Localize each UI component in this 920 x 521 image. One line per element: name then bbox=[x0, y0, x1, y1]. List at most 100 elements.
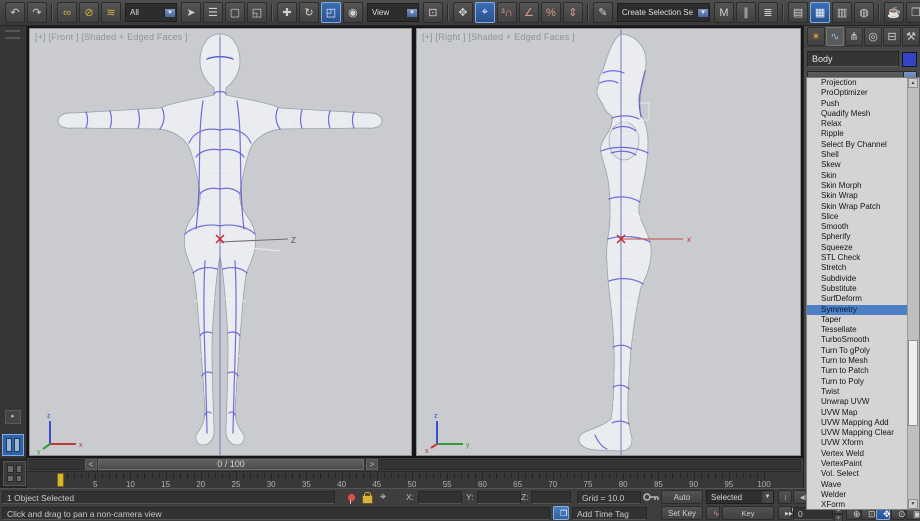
select-by-name-button[interactable]: ☰ bbox=[202, 2, 223, 23]
x-coordinate-field[interactable] bbox=[418, 491, 462, 504]
next-frame-arrow[interactable]: > bbox=[366, 459, 378, 470]
new-key-filter-icon[interactable]: ∿ bbox=[706, 506, 720, 520]
modifier-option[interactable]: Ripple bbox=[807, 129, 907, 139]
dropdown-arrow-icon[interactable]: ▼ bbox=[697, 8, 709, 17]
toolbar-grip[interactable] bbox=[5, 30, 20, 39]
undo-button[interactable]: ↶ bbox=[5, 2, 25, 23]
layer-manager-button[interactable]: ≣ bbox=[758, 2, 779, 23]
tab-modify[interactable]: ∿ bbox=[826, 26, 844, 46]
reference-coordinate-dropdown[interactable]: View ▼ bbox=[366, 3, 419, 22]
mirror-button[interactable]: M bbox=[714, 2, 735, 23]
key-filters-button[interactable]: Key Filters... bbox=[722, 506, 774, 520]
tab-display[interactable]: ⊟ bbox=[883, 26, 901, 46]
viewport-layout-tab-4pane[interactable] bbox=[3, 461, 26, 486]
snaps-toggle-button[interactable]: ⌖ bbox=[474, 2, 495, 23]
tab-utilities[interactable]: ⚒ bbox=[902, 26, 920, 46]
time-marker[interactable] bbox=[57, 473, 64, 487]
modifier-option[interactable]: Skin Wrap bbox=[807, 191, 907, 201]
modifier-option[interactable]: Stretch bbox=[807, 263, 907, 273]
auto-key-button[interactable]: Auto Key bbox=[661, 490, 703, 514]
track-bar[interactable]: 0510152025303540455055606570758085909510… bbox=[27, 471, 803, 489]
viewport-layout-tab-2pane[interactable] bbox=[2, 434, 24, 456]
object-name-field[interactable]: Body bbox=[807, 51, 899, 67]
modifier-option[interactable]: Twist bbox=[807, 387, 907, 397]
modifier-option[interactable]: Skin bbox=[807, 171, 907, 181]
modifier-option[interactable]: ProOptimizer bbox=[807, 88, 907, 98]
modifier-option[interactable]: UVW Xform bbox=[807, 438, 907, 448]
tab-hierarchy[interactable]: ⋔ bbox=[845, 26, 863, 46]
z-coordinate-field[interactable] bbox=[531, 491, 571, 504]
dropdown-arrow-icon[interactable]: ▼ bbox=[164, 8, 175, 17]
select-and-scale-button[interactable]: ◰ bbox=[320, 2, 341, 23]
modifier-option[interactable]: VertexPaint bbox=[807, 459, 907, 469]
select-and-manipulate-button[interactable]: ◉ bbox=[342, 2, 363, 23]
absolute-offset-toggle[interactable]: ❐ bbox=[553, 506, 569, 520]
selection-lock-icon[interactable] bbox=[362, 492, 373, 504]
previous-frame-button[interactable]: ◀|| bbox=[793, 490, 807, 504]
modifier-option[interactable]: Shell bbox=[807, 150, 907, 160]
key-selection-dropdown[interactable]: Selected ▼ bbox=[706, 490, 774, 504]
render-setup-button[interactable]: ☕ bbox=[884, 2, 905, 23]
modifier-option[interactable]: Select By Channel bbox=[807, 140, 907, 150]
modifier-option[interactable]: SurfDeform bbox=[807, 294, 907, 304]
modifier-option[interactable]: XForm bbox=[807, 500, 907, 510]
material-editor-button[interactable]: ◍ bbox=[854, 2, 875, 23]
schematic-view-button[interactable]: ▥ bbox=[832, 2, 853, 23]
scrollbar-thumb[interactable] bbox=[908, 340, 918, 426]
modifier-option[interactable]: Projection bbox=[807, 78, 907, 88]
modifier-option[interactable]: STL Check bbox=[807, 253, 907, 263]
angle-snap-button[interactable]: ∠ bbox=[518, 2, 539, 23]
use-pivot-center-button[interactable]: ⊡ bbox=[422, 2, 443, 23]
named-selection-set-dropdown[interactable]: Create Selection Se ▼ bbox=[616, 3, 711, 22]
modifier-option[interactable]: Turn to Mesh bbox=[807, 356, 907, 366]
modifier-option[interactable]: UVW Mapping Clear bbox=[807, 428, 907, 438]
add-time-tag[interactable]: Add Time Tag bbox=[572, 507, 647, 520]
modifier-option[interactable]: UVW Mapping Add bbox=[807, 418, 907, 428]
selection-filter-dropdown[interactable]: All ▼ bbox=[125, 3, 177, 22]
spinner-snap-button[interactable]: ⇕ bbox=[562, 2, 583, 23]
go-to-end-button[interactable]: ▶▶| bbox=[778, 506, 794, 520]
modifier-option[interactable]: Taper bbox=[807, 315, 907, 325]
select-and-link-button[interactable]: ∞ bbox=[57, 2, 77, 23]
modifier-option[interactable]: Unwrap UVW bbox=[807, 397, 907, 407]
modifier-option[interactable]: Skew bbox=[807, 160, 907, 170]
modifier-option[interactable]: Slice bbox=[807, 212, 907, 222]
ribbon-toggle-button[interactable]: ▤ bbox=[788, 2, 809, 23]
modifier-option[interactable]: Spherify bbox=[807, 232, 907, 242]
previous-frame-arrow[interactable]: < bbox=[85, 459, 97, 470]
modifier-option[interactable]: Vol. Select bbox=[807, 469, 907, 479]
edit-named-selections-button[interactable]: ✎ bbox=[592, 2, 613, 23]
rendered-frame-button[interactable]: ❐ bbox=[906, 2, 920, 23]
set-key-button[interactable]: Set Key bbox=[661, 506, 703, 520]
modifier-option[interactable]: Wave bbox=[807, 480, 907, 490]
modifier-option[interactable]: Vertex Weld bbox=[807, 449, 907, 459]
modifier-list-scrollbar[interactable]: ▲ ▼ bbox=[907, 78, 919, 509]
modifier-option[interactable]: UVW Map bbox=[807, 408, 907, 418]
pin-stack-icon[interactable] bbox=[347, 493, 356, 504]
modifier-option[interactable]: Turn to Patch bbox=[807, 366, 907, 376]
rectangular-selection-button[interactable]: ▢ bbox=[224, 2, 245, 23]
modifier-option[interactable]: Relax bbox=[807, 119, 907, 129]
modifier-option[interactable]: Skin Wrap Patch bbox=[807, 202, 907, 212]
viewport-front-label[interactable]: [+] [Front ] [Shaded + Edged Faces ] bbox=[35, 32, 188, 42]
select-and-place-button[interactable]: ✥ bbox=[452, 2, 473, 23]
viewport-front[interactable]: [+] [Front ] [Shaded + Edged Faces ] Z z… bbox=[29, 28, 412, 456]
transform-gizmo-icon[interactable]: ⌖ bbox=[380, 491, 386, 504]
modifier-option[interactable]: Subdivide bbox=[807, 274, 907, 284]
go-to-start-button[interactable]: |◀◀ bbox=[778, 490, 793, 513]
scrollbar-up-icon[interactable]: ▲ bbox=[908, 78, 918, 88]
modifier-option[interactable]: Squeeze bbox=[807, 243, 907, 253]
trackbar-open-button[interactable]: ▸ bbox=[5, 410, 21, 424]
scrollbar-down-icon[interactable]: ▼ bbox=[908, 499, 918, 509]
modifier-option[interactable]: Turn To gPoly bbox=[807, 346, 907, 356]
align-button[interactable]: ∥ bbox=[736, 2, 757, 23]
tab-motion[interactable]: ◎ bbox=[864, 26, 882, 46]
select-and-move-button[interactable]: ✚ bbox=[276, 2, 297, 23]
modifier-option[interactable]: Smooth bbox=[807, 222, 907, 232]
key-mode-icon[interactable] bbox=[643, 492, 659, 503]
select-and-rotate-button[interactable]: ↻ bbox=[298, 2, 319, 23]
viewport-right-label[interactable]: [+] [Right ] [Shaded + Edged Faces ] bbox=[422, 32, 575, 42]
modifier-option[interactable]: Turn to Poly bbox=[807, 377, 907, 387]
modifier-option[interactable]: Substitute bbox=[807, 284, 907, 294]
modifier-option[interactable]: Skin Morph bbox=[807, 181, 907, 191]
